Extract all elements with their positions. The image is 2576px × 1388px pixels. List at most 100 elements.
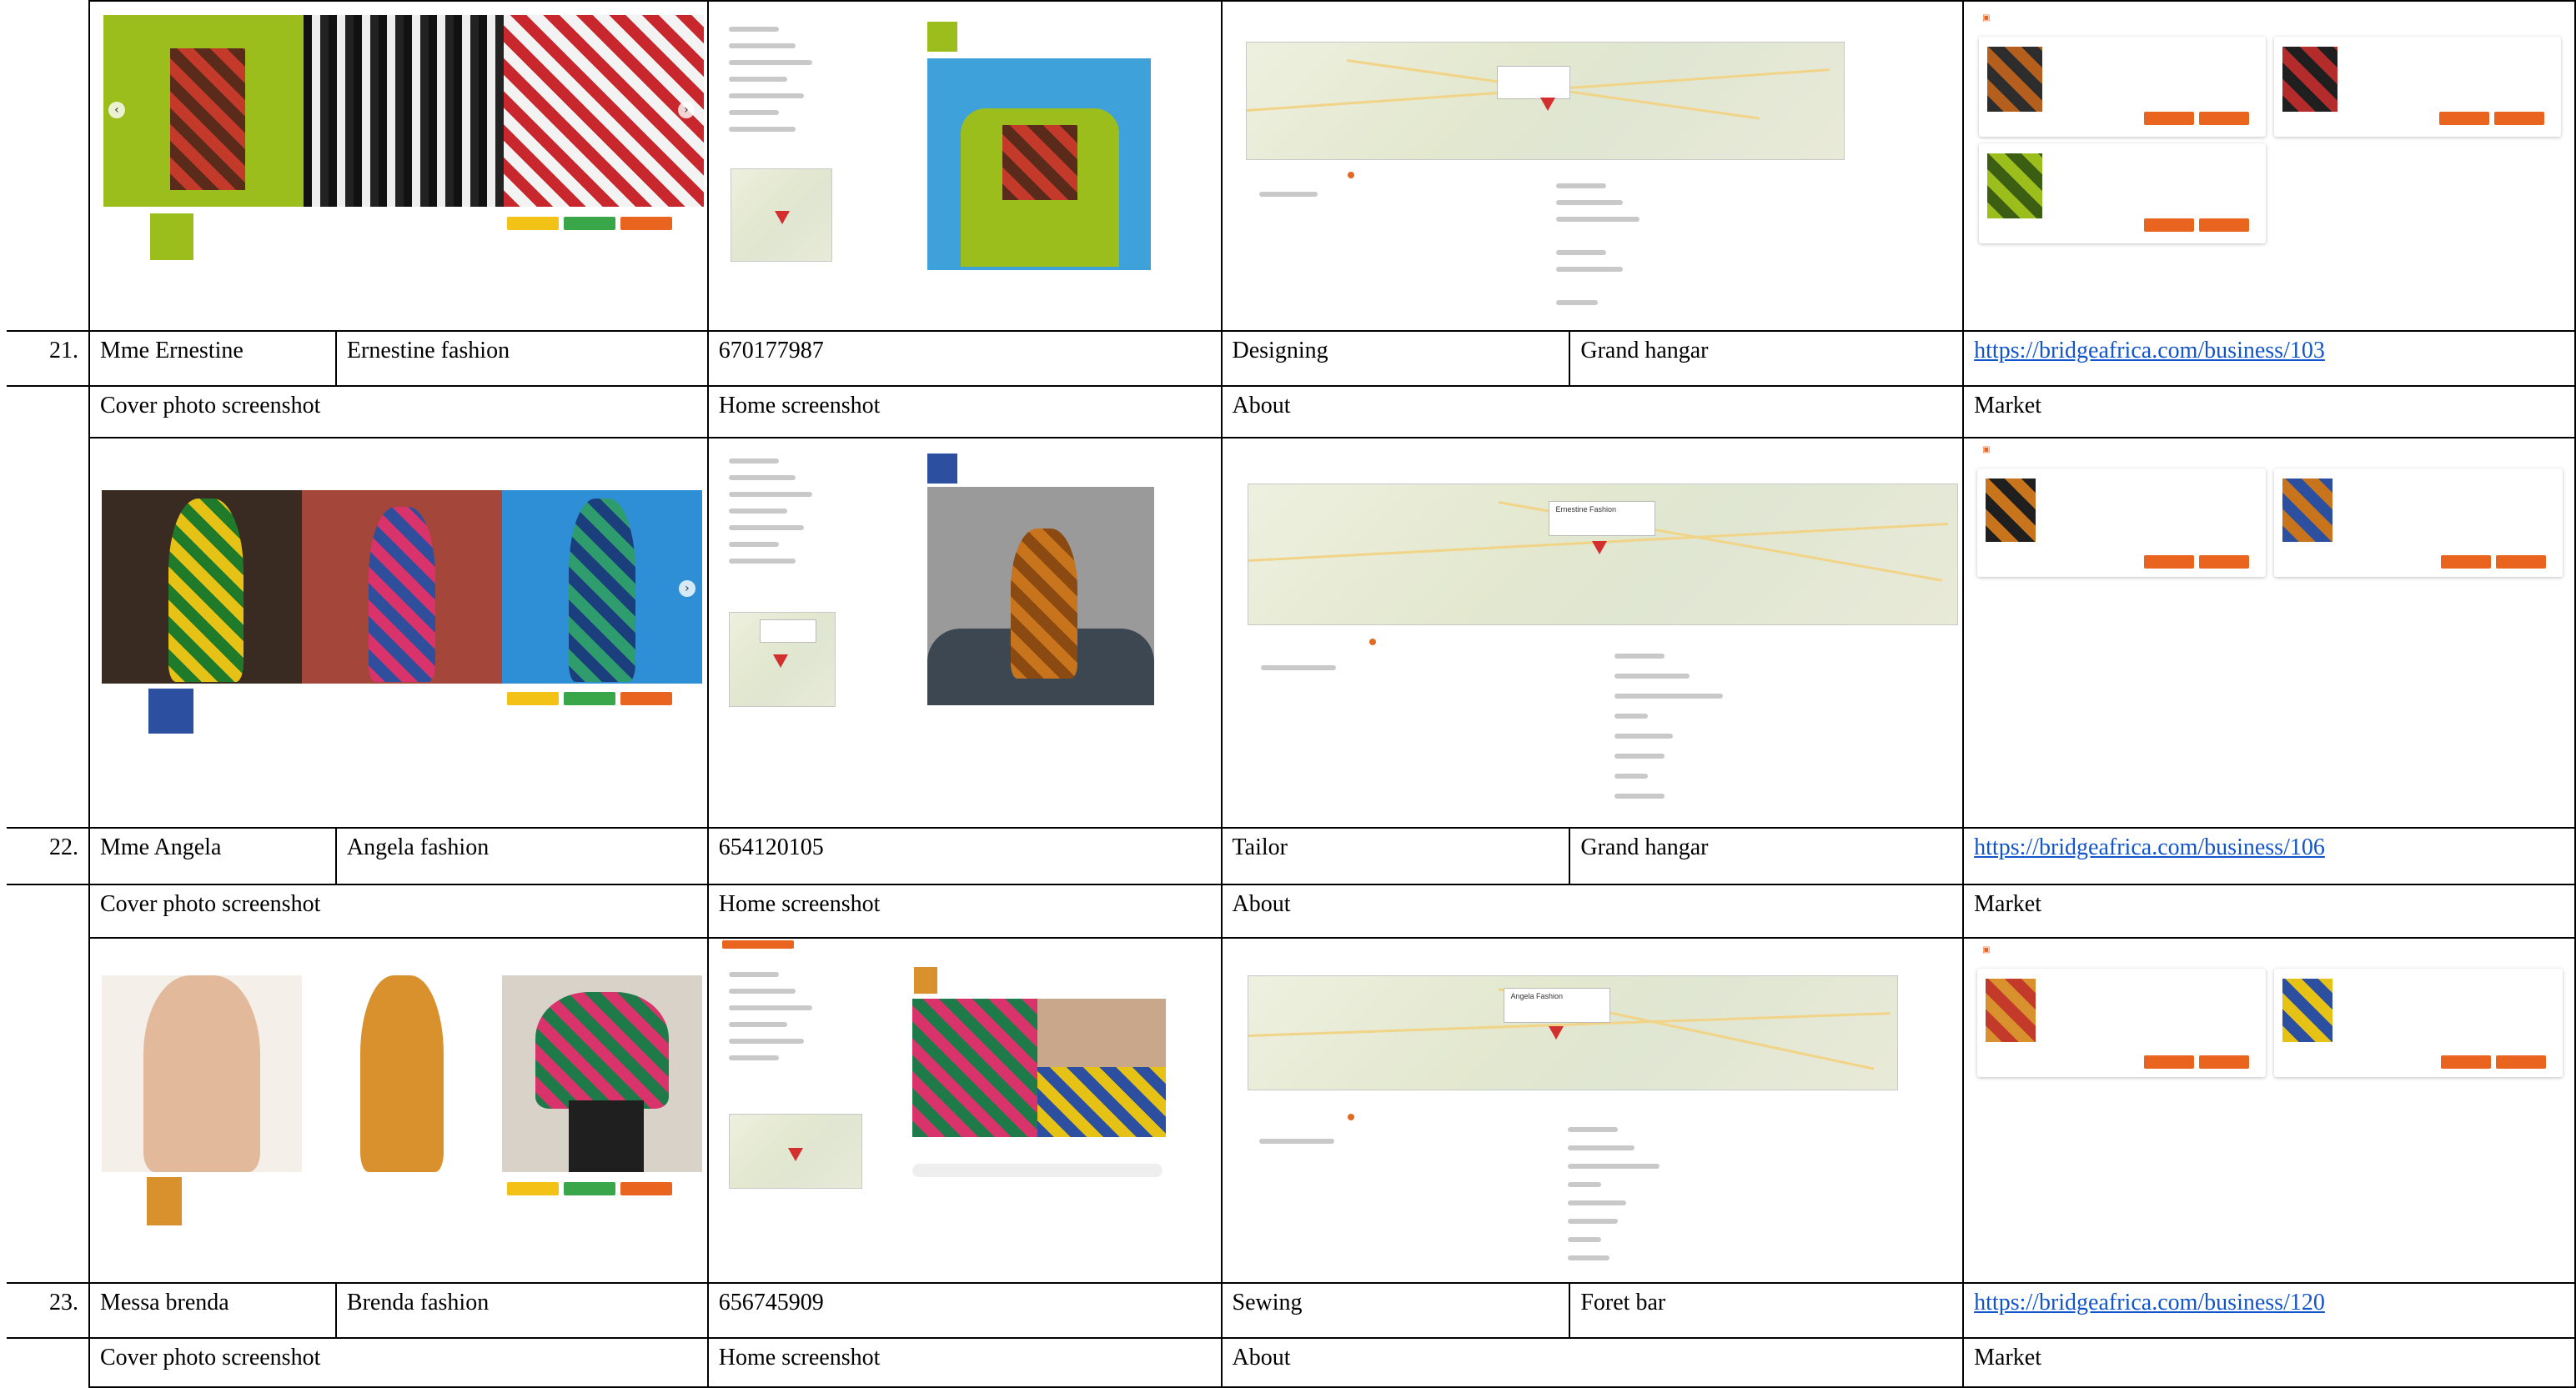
row-number: 21. [7,330,90,387]
product-card[interactable] [1979,143,2267,243]
follow-button[interactable] [506,1182,559,1195]
market-screenshot: ▣ [1962,937,2576,1284]
chevron-right-icon[interactable]: › [677,102,695,118]
phone-number: 654120105 [706,827,1223,885]
about-label: About [1220,385,1965,438]
tab-home[interactable] [721,940,794,949]
cover-screenshot [88,937,709,1284]
cover-label: Cover photo screenshot [88,1337,709,1388]
label-row: Cover photo screenshot Home screenshot A… [7,385,2576,438]
buy-now-button[interactable] [2439,112,2490,125]
avatar [146,687,195,735]
follow-button[interactable] [506,217,559,230]
owner-name: Messa brenda [88,1282,337,1339]
phone-number: 670177987 [706,330,1223,387]
info-row: 23. Messa brenda Brenda fashion 65674590… [7,1282,2576,1339]
mini-map [728,612,836,707]
location: Grand hangar [1569,827,1965,885]
comment-input[interactable] [911,1164,1162,1177]
home-screenshot [706,937,1223,1284]
chevron-left-icon[interactable]: ‹ [108,102,125,118]
post-image [911,999,1166,1137]
home-label: Home screenshot [706,1337,1223,1388]
product-card[interactable] [1979,37,2267,137]
map-callout: Angela Fashion [1503,988,1610,1023]
follow-button[interactable] [506,692,559,705]
row-number-cell [7,1,90,332]
post-image [926,58,1151,270]
business-link[interactable]: https://bridgeafrica.com/business/120 [1974,1290,2325,1315]
screenshot-row-prev: ‹ › ▣ [7,0,2576,332]
market-icon: ▣ [1982,945,1991,955]
location: Grand hangar [1569,330,1965,387]
map-callout: Ernestine Fashion [1548,501,1655,536]
market-label: Market [1962,1337,2576,1388]
product-card[interactable] [2274,969,2563,1077]
buy-now-button[interactable] [2441,555,2492,569]
phone-number: 656745909 [706,1282,1223,1339]
market-screenshot: ▣ [1962,437,2576,829]
chevron-right-icon[interactable]: › [678,580,695,597]
about-screenshot: Angela Fashion [1220,937,1965,1284]
add-to-cart-button[interactable] [2199,218,2250,232]
product-card[interactable] [1977,969,2267,1077]
about-label: About [1220,1337,1965,1388]
message-button[interactable] [563,692,615,705]
product-card[interactable] [2274,469,2563,577]
location-map [1245,42,1845,160]
add-to-cart-button[interactable] [2199,555,2250,569]
business-link[interactable]: https://bridgeafrica.com/business/106 [1974,834,2325,860]
map-pin-icon [1591,541,1607,554]
direction-button[interactable] [620,217,672,230]
cover-photo-image [101,975,302,1172]
buy-now-button[interactable] [2144,218,2195,232]
buy-now-button[interactable] [2144,1055,2195,1069]
cover-label: Cover photo screenshot [88,884,709,939]
location-map: Angela Fashion [1247,975,1898,1090]
activity: Sewing [1220,1282,1571,1339]
cover-photo-image [101,490,302,684]
add-to-cart-button[interactable] [2494,112,2545,125]
owner-name: Mme Angela [88,827,337,885]
product-card[interactable] [1977,469,2267,577]
message-button[interactable] [563,1182,615,1195]
business-name: Ernestine fashion [334,330,709,387]
cover-photo-image [501,975,702,1172]
market-icon: ▣ [1982,13,1991,23]
info-row: 21. Mme Ernestine Ernestine fashion 6701… [7,330,2576,387]
mini-map [730,168,832,262]
cover-label: Cover photo screenshot [88,385,709,438]
about-screenshot [1220,0,1965,332]
avatar [926,453,957,484]
owner-name: Mme Ernestine [88,330,337,387]
direction-button[interactable] [620,692,672,705]
add-to-cart-button[interactable] [2199,1055,2250,1069]
buy-now-button[interactable] [2441,1055,2492,1069]
buy-now-button[interactable] [2144,555,2195,569]
add-to-cart-button[interactable] [2496,1055,2547,1069]
activity: Designing [1220,330,1571,387]
add-to-cart-button[interactable] [2496,555,2547,569]
home-screenshot [706,0,1223,332]
cover-screenshot: › [88,437,709,829]
cover-photo-image [303,15,504,207]
buy-now-button[interactable] [2144,112,2195,125]
business-link[interactable]: https://bridgeafrica.com/business/103 [1974,338,2325,363]
direction-button[interactable] [620,1182,672,1195]
business-name: Angela fashion [334,827,709,885]
add-to-cart-button[interactable] [2199,112,2250,125]
screenshot-row: Angela Fashion ▣ [7,937,2576,1284]
avatar [148,212,195,262]
label-row: Cover photo screenshot Home screenshot A… [7,884,2576,939]
location: Foret bar [1569,1282,1965,1339]
avatar [913,967,937,994]
market-label: Market [1962,884,2576,939]
product-card[interactable] [2274,37,2562,137]
message-button[interactable] [563,217,615,230]
screenshot-row: › Ernestine Fashion ▣ [7,437,2576,829]
cover-photo-image [301,490,502,684]
location-map: Ernestine Fashion [1247,484,1958,625]
market-icon: ▣ [1982,445,1991,454]
row-number: 23. [7,1282,90,1339]
home-label: Home screenshot [706,884,1223,939]
